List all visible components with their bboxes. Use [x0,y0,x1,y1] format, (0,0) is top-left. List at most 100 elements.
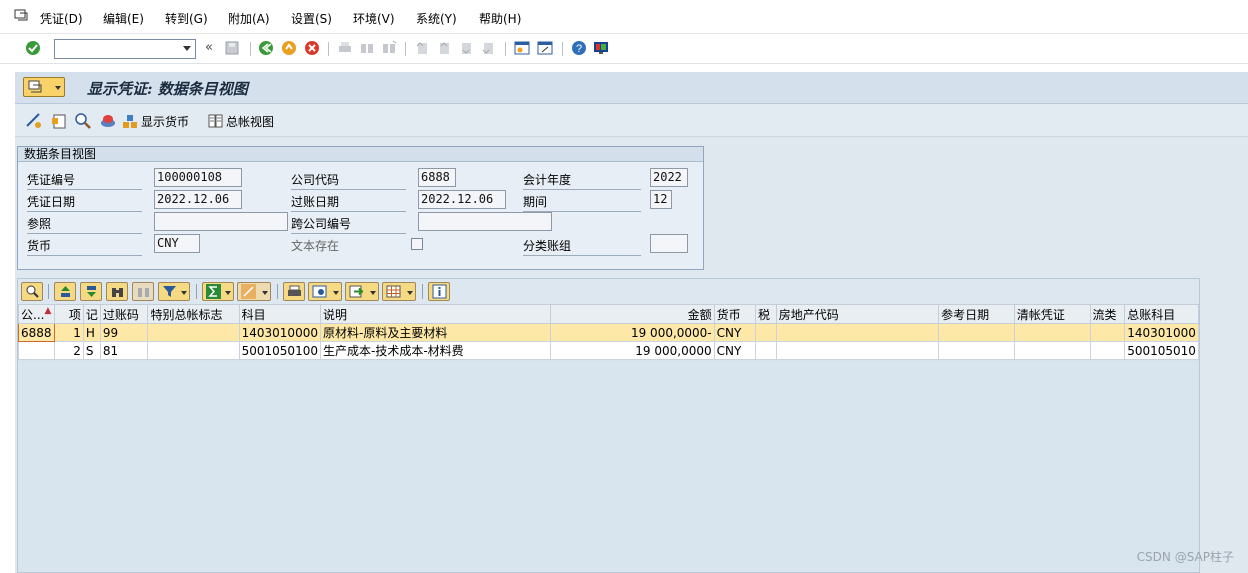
subtotal-icon [241,284,256,299]
col-item[interactable]: 项 [53,304,84,324]
cell-currency[interactable]: CNY [713,341,756,360]
cell-item[interactable]: 1 [53,323,84,342]
filter-button[interactable] [158,282,190,301]
col-posting-key[interactable]: 过账码 [99,304,149,324]
col-tax[interactable]: 税 [754,304,777,324]
col-currency[interactable]: 货币 [713,304,756,324]
enter-check-icon[interactable] [25,40,41,56]
cell-clearing-doc[interactable] [1013,323,1091,342]
customize-layout-icon[interactable] [593,40,609,56]
text-exists-checkbox[interactable] [411,238,423,250]
shortcut-icon[interactable] [537,40,553,56]
cell-item[interactable]: 2 [53,341,84,360]
gl-view-button[interactable]: 总帐视图 [208,112,274,130]
exit-icon[interactable] [281,40,297,56]
currency-field[interactable]: CNY [154,234,200,253]
help-icon[interactable]: ? [571,40,587,56]
reference-field[interactable] [154,212,288,231]
doc-number-field[interactable]: 100000108 [154,168,242,187]
col-account[interactable]: 科目 [238,304,321,324]
cell-amount[interactable]: 19 000,0000 [550,341,715,360]
screen-menu-button[interactable] [23,77,65,97]
cell-amount[interactable]: 19 000,0000- [550,323,715,342]
cross-company-field[interactable] [418,212,552,231]
menu-edit[interactable]: 编辑(E) [103,10,144,27]
cell-flow-type[interactable] [1089,341,1126,360]
col-gl-account[interactable]: 总账科目 [1124,304,1199,324]
menu-document[interactable]: 凭证(D) [40,10,83,27]
export-button[interactable] [345,282,379,301]
cancel-icon[interactable] [304,40,320,56]
menu-screen-icon[interactable] [14,9,28,21]
menu-extras[interactable]: 附加(A) [228,10,270,27]
sort-ascending-button[interactable] [54,282,76,301]
search-icon[interactable] [74,112,92,130]
col-posting-key-indicator[interactable]: 记 [82,304,101,324]
menu-help[interactable]: 帮助(H) [479,10,521,27]
cell-reference-date[interactable] [938,341,1015,360]
back-icon[interactable] [258,40,274,56]
period-field[interactable]: 12 [650,190,672,209]
cell-debit-credit[interactable]: H [82,323,101,342]
table-row[interactable]: 2 S 81 5001050100 生产成本-技术成本-材料费 19 000,0… [18,341,1199,360]
menu-environment[interactable]: 环境(V) [353,10,395,27]
cell-reference-date[interactable] [938,323,1015,342]
chevron-down-icon[interactable] [183,46,191,51]
cell-special-gl[interactable] [147,341,240,360]
table-row[interactable]: 6888 1 H 99 1403010000 原材料-原料及主要材料 19 00… [18,323,1199,342]
info-icon [432,284,447,299]
cell-tax[interactable] [754,323,777,342]
create-session-icon[interactable] [514,40,530,56]
col-company-code[interactable]: 公...▲ [18,304,55,324]
cell-special-gl[interactable] [147,323,240,342]
col-real-estate[interactable]: 房地产代码 [775,304,940,324]
col-amount[interactable]: 金额 [550,304,715,324]
cell-posting-key[interactable]: 81 [99,341,149,360]
cell-posting-key[interactable]: 99 [99,323,149,342]
layout-button[interactable] [382,282,416,301]
cell-flow-type[interactable] [1089,323,1126,342]
fiscal-year-field[interactable]: 2022 [650,168,688,187]
views-button[interactable] [308,282,342,301]
cell-account[interactable]: 5001050100 [238,341,321,360]
menu-system[interactable]: 系统(Y) [416,10,457,27]
find-button[interactable] [106,282,128,301]
cell-tax[interactable] [754,341,777,360]
cell-description[interactable]: 生产成本-技术成本-材料费 [319,341,552,360]
col-reference-date[interactable]: 参考日期 [938,304,1015,324]
col-description[interactable]: 说明 [319,304,552,324]
menu-settings[interactable]: 设置(S) [291,10,332,27]
cell-real-estate[interactable] [775,341,940,360]
col-special-gl[interactable]: 特别总帐标志 [147,304,240,324]
cell-gl-account[interactable]: 140301000 [1124,323,1199,342]
cell-description[interactable]: 原材料-原料及主要材料 [319,323,552,342]
cell-clearing-doc[interactable] [1013,341,1091,360]
change-display-icon[interactable] [25,112,43,130]
cell-real-estate[interactable] [775,323,940,342]
toolbar-separator [505,42,506,56]
chevron-double-left-icon[interactable]: « [205,40,213,55]
sort-descending-button[interactable] [80,282,102,301]
show-currency-button[interactable]: 显示货币 [122,112,189,130]
menu-goto[interactable]: 转到(G) [165,10,208,27]
command-field[interactable] [54,39,196,59]
cell-account[interactable]: 1403010000 [238,323,321,342]
doc-date-field[interactable]: 2022.12.06 [154,190,242,209]
cell-gl-account[interactable]: 500105010 [1124,341,1199,360]
document-header-icon[interactable] [50,112,68,130]
total-button[interactable] [202,282,234,301]
cell-company-code[interactable]: 6888 [18,323,55,342]
details-button[interactable] [21,282,43,301]
print-preview-button[interactable] [283,282,305,301]
display-icon[interactable] [99,112,117,130]
information-button[interactable] [428,282,450,301]
cell-currency[interactable]: CNY [713,323,756,342]
posting-date-field[interactable]: 2022.12.06 [418,190,506,209]
col-flow-type[interactable]: 流类 [1089,304,1126,324]
cell-debit-credit[interactable]: S [82,341,101,360]
cell-company-code[interactable] [18,341,55,360]
col-clearing-doc[interactable]: 清帐凭证 [1013,304,1091,324]
toolbar-separator [250,42,251,56]
ledger-group-field[interactable] [650,234,688,253]
company-code-field[interactable]: 6888 [418,168,456,187]
